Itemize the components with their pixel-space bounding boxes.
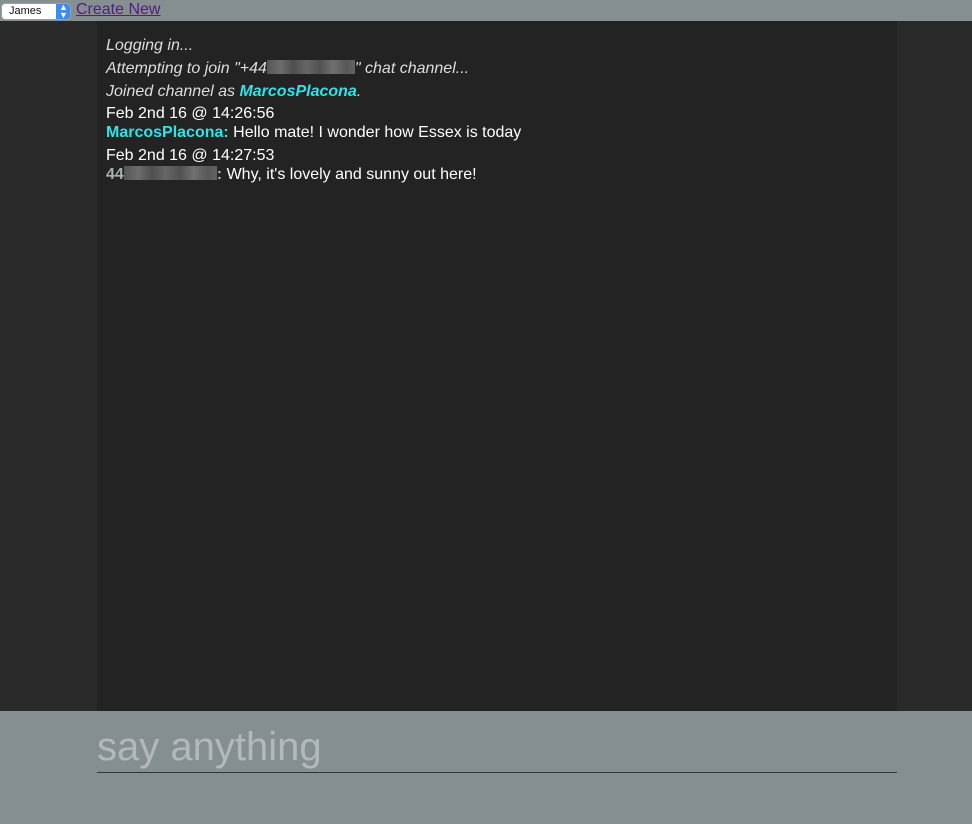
joined-prefix: Joined channel as — [106, 83, 240, 100]
user-select-value: James — [9, 5, 42, 17]
message-author: MarcosPlacona — [106, 124, 224, 141]
status-joined: Joined channel as MarcosPlacona. — [106, 81, 886, 104]
top-bar: James ▲ ▼ Create New — [0, 0, 972, 21]
message-input[interactable] — [97, 723, 897, 773]
chat-panel: Logging in... Attempting to join "+44 " c… — [97, 21, 897, 711]
joined-username: MarcosPlacona — [239, 83, 357, 100]
message-text: Hello mate! I wonder how Essex is today — [228, 124, 522, 141]
redacted-phone — [123, 166, 217, 181]
message-list: Logging in... Attempting to join "+44 " c… — [106, 35, 886, 188]
chat-message: MarcosPlacona: Hello mate! I wonder how … — [106, 123, 886, 146]
user-select[interactable]: James ▲ ▼ — [1, 3, 71, 20]
chevron-updown-icon: ▲ ▼ — [56, 4, 70, 19]
message-timestamp: Feb 2nd 16 @ 14:27:53 — [106, 147, 275, 164]
message-text: Why, it's lovely and sunny out here! — [222, 166, 477, 183]
message-timestamp: Feb 2nd 16 @ 14:26:56 — [106, 105, 275, 122]
joined-suffix: . — [356, 83, 362, 100]
status-attempting-join: Attempting to join "+44 " chat channel... — [106, 58, 886, 81]
redacted-phone — [266, 60, 355, 75]
chat-message: 44: Why, it's lovely and sunny out here! — [106, 165, 886, 188]
message-author: 44 — [106, 166, 124, 183]
attempting-prefix: Attempting to join "+44 — [106, 60, 267, 77]
composer-bar — [0, 711, 972, 824]
status-logging-in: Logging in... — [106, 37, 194, 54]
create-new-link[interactable]: Create New — [76, 1, 160, 19]
attempting-suffix: " chat channel... — [354, 60, 470, 77]
